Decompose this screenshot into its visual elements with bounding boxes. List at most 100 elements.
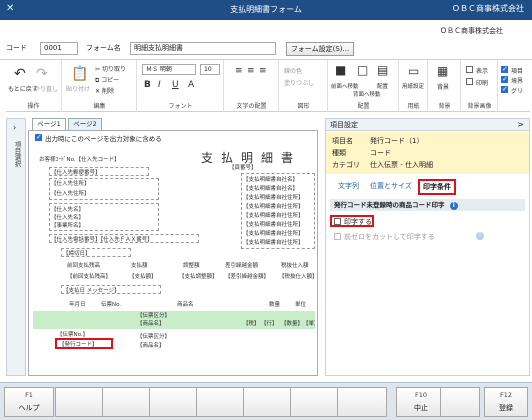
group-label-paper: 用紙 <box>407 103 420 110</box>
cut-zero-checkbox[interactable] <box>334 233 341 240</box>
function-key-bar: F1 ヘルプ F10 中止 F12 登録 <box>0 382 532 420</box>
info-value: 仕入伝票 - 仕入明細 <box>370 161 433 169</box>
copy-label: コピー <box>101 77 120 84</box>
bring-front-label[interactable]: 前面へ移動 <box>331 82 359 90</box>
detail-row3-product[interactable]: 【商品名】 <box>137 341 165 349</box>
summary-value-0[interactable]: 【前回支払残高】 <box>67 272 111 280</box>
supplier-name2-field: 【仕入先名】 <box>51 215 85 221</box>
item-select-strip[interactable]: › 項目選択 <box>6 118 26 376</box>
f8-button[interactable] <box>337 387 387 417</box>
summary-header-0: 前回支払残高 <box>67 263 101 269</box>
tab-string[interactable]: 文字列 <box>338 181 359 191</box>
redo-icon[interactable]: ↷ <box>36 66 48 82</box>
info-value: 発行コード（1） <box>370 137 424 145</box>
bring-front-icon[interactable]: ■ <box>335 63 346 77</box>
show-bg-checkbox[interactable] <box>466 66 473 73</box>
customer-code-field[interactable]: お客様ｺｰﾄﾞNo.【仕入先コード】 <box>39 155 120 163</box>
detail-small-3[interactable]: 【単】 <box>303 319 315 327</box>
item-checkbox[interactable] <box>501 65 508 73</box>
dept-field: 【事業所名】 <box>51 223 85 229</box>
border-checkbox[interactable] <box>501 75 508 83</box>
f1-help-button[interactable]: F1 ヘルプ <box>4 387 54 417</box>
align-icon[interactable]: ▤ <box>377 63 388 77</box>
f12-register-button[interactable]: F12 登録 <box>484 387 528 417</box>
detail-row1-product[interactable]: 【商品名】 <box>137 319 165 327</box>
form-name-input[interactable]: 明細支払明細書 <box>130 42 276 55</box>
f3-button[interactable] <box>102 387 152 417</box>
undo-icon[interactable]: ↶ <box>14 66 26 82</box>
summary-value-3[interactable]: 【差引繰越金額】 <box>225 272 269 280</box>
align-right-icon[interactable]: ≡ <box>259 66 267 76</box>
expand-icon[interactable]: › <box>13 123 16 132</box>
detail-row3-type[interactable]: 【伝票区分】 <box>137 332 170 340</box>
f2-button[interactable] <box>55 387 105 417</box>
print-option-checkbox[interactable] <box>334 218 341 225</box>
message-field: 【支払日 メッセージ】 <box>63 288 120 294</box>
supplier-name1-field: 【仕入先名】 <box>51 207 85 213</box>
detail-row2-slip[interactable]: 【伝票No.】 <box>57 330 88 338</box>
print-page-checkbox[interactable] <box>35 133 42 141</box>
section-title: 発行コード未登録時の商品コード印字 <box>334 201 445 209</box>
right-col-0: 【支払明細書自社名】 <box>243 177 299 183</box>
send-back-icon[interactable]: □ <box>357 63 368 77</box>
background-label[interactable]: 背景 <box>437 82 449 91</box>
italic-button[interactable]: I <box>158 80 161 90</box>
bold-button[interactable]: B <box>144 80 151 90</box>
code-input[interactable]: 0001 <box>40 42 78 55</box>
detail-small-2[interactable]: 【数量】 <box>281 319 303 327</box>
font-size-select[interactable]: 10 <box>200 64 220 75</box>
font-color-button[interactable]: A <box>188 80 194 90</box>
tab-print-condition[interactable]: 印字条件 <box>418 179 456 195</box>
form-settings-button[interactable]: フォーム設定(S)... <box>286 42 354 56</box>
f11-button[interactable] <box>440 387 480 417</box>
arrange-label[interactable]: 配置 <box>377 82 388 90</box>
send-back-label[interactable]: 背面へ移動 <box>353 90 381 98</box>
info-icon[interactable]: i <box>449 202 458 210</box>
detail-header-2: 商品名 <box>177 302 194 308</box>
redo-label[interactable]: やり直し <box>34 84 58 93</box>
align-left-icon[interactable]: ≡ <box>235 66 243 76</box>
detail-row1-type[interactable]: 【伝票区分】 <box>137 311 170 319</box>
f10-cancel-button[interactable]: F10 中止 <box>396 387 446 417</box>
info-row: カテゴリ 仕入伝票 - 仕入明細 <box>332 160 433 170</box>
align-center-icon[interactable]: ≡ <box>247 66 255 76</box>
cut-button[interactable]: ✂ 切り取り <box>95 64 126 73</box>
fill-button[interactable]: 塗りつぶし <box>284 78 314 87</box>
tab-page2[interactable]: ページ2 <box>68 118 102 130</box>
print-bg-checkbox[interactable] <box>466 78 473 85</box>
ribbon-group-alignment: ≡ ≡ ≡ 文字の配置 <box>225 60 279 112</box>
f5-button[interactable] <box>196 387 246 417</box>
page-number-field[interactable]: 【頁番号】 <box>229 163 257 171</box>
collapse-icon[interactable]: > <box>517 120 524 129</box>
ribbon-group-shape: 線の色 塗りつぶし 図形 <box>280 60 328 112</box>
summary-value-2[interactable]: 【支払調整額】 <box>179 272 218 280</box>
paste-icon[interactable]: 📋 <box>71 66 88 82</box>
detail-small-0[interactable]: 【税】 <box>243 319 260 327</box>
code-label: コード <box>6 44 27 52</box>
item-select-label: 項目選択 <box>13 141 21 167</box>
issue-code-field[interactable]: 【発行コード】 <box>59 340 98 348</box>
paper-icon[interactable]: ▭ <box>408 64 419 78</box>
detail-small-1[interactable]: 【行】 <box>261 319 278 327</box>
cut-zero-info-icon[interactable]: i <box>476 232 484 240</box>
summary-value-1[interactable]: 【支払額】 <box>129 272 157 280</box>
delete-button[interactable]: ✕ 削除 <box>95 86 114 95</box>
grid-label: グリ <box>511 88 524 95</box>
copy-button[interactable]: ⧉ コピー <box>95 75 119 85</box>
summary-header-1: 支払額 <box>131 263 148 269</box>
tab-page1[interactable]: ページ1 <box>32 118 66 130</box>
form-canvas[interactable]: お客様ｺｰﾄﾞNo.【仕入先コード】 支払明細書 【頁番号】 【仕入先郵便番号】… <box>33 145 315 373</box>
background-icon[interactable]: ▦ <box>437 64 448 78</box>
f6-button[interactable] <box>243 387 293 417</box>
company-name: ＯＢＣ商事株式会社 <box>452 4 524 13</box>
paste-label[interactable]: 貼り付け <box>66 84 90 93</box>
font-name-select[interactable]: ＭＳ 明朝 <box>142 64 196 75</box>
underline-button[interactable]: U <box>172 80 179 90</box>
f7-button[interactable] <box>290 387 340 417</box>
f4-button[interactable] <box>149 387 199 417</box>
tab-position-size[interactable]: 位置とサイズ <box>370 181 412 191</box>
paper-settings-label[interactable]: 用紙設定 <box>402 82 424 90</box>
summary-value-4[interactable]: 【税抜仕入額】 <box>279 272 315 280</box>
grid-checkbox[interactable] <box>501 85 508 93</box>
line-color-button[interactable]: 線の色 <box>284 66 302 75</box>
